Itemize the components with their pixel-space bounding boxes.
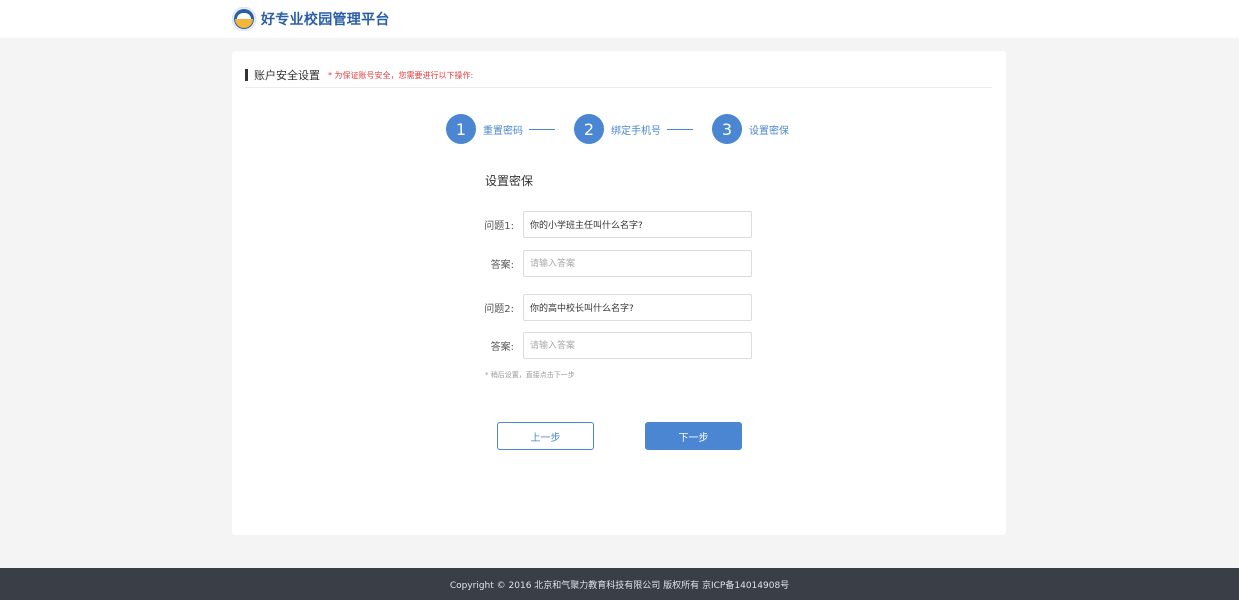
title-accent-bar: [245, 69, 248, 81]
answer-2-row: 答案:: [472, 332, 752, 359]
form-title: 设置密保: [485, 174, 534, 188]
app-title: 好专业校园管理平台: [261, 12, 390, 28]
answer-1-input[interactable]: [523, 250, 752, 277]
step-bind-phone: 2 绑定手机号: [574, 114, 661, 144]
step-connector: [667, 128, 693, 130]
answer-2-label: 答案:: [490, 342, 514, 353]
security-settings-card: 账户安全设置 * 为保证账号安全，您需要进行以下操作: 1 重置密码 2 绑定手…: [232, 51, 1006, 535]
question-2-row: 问题2:: [472, 294, 752, 321]
step-label: 重置密码: [483, 125, 523, 137]
step-security-question: 3 设置密保: [712, 114, 789, 144]
school-logo-icon: [232, 7, 256, 31]
answer-1-row: 答案:: [472, 250, 752, 277]
answer-2-input[interactable]: [523, 332, 752, 359]
question-1-field[interactable]: [523, 211, 752, 238]
footer: Copyright © 2016 北京和气聚力教育科技有限公司 版权所有 京IC…: [0, 568, 1239, 600]
step-number: 3: [712, 114, 742, 144]
step-number: 1: [446, 114, 476, 144]
step-progress: 1 重置密码 2 绑定手机号 3 设置密保: [446, 114, 789, 144]
previous-step-button[interactable]: 上一步: [497, 422, 594, 450]
copyright-text: Copyright © 2016 北京和气聚力教育科技有限公司 版权所有 京IC…: [449, 580, 790, 591]
answer-1-label: 答案:: [490, 260, 514, 271]
question-1-label: 问题1:: [484, 221, 514, 232]
brand-logo[interactable]: 好专业校园管理平台: [232, 6, 390, 32]
step-number: 2: [574, 114, 604, 144]
step-label: 绑定手机号: [611, 125, 661, 137]
skip-hint: * 稍后设置，直接点击下一步: [485, 371, 575, 379]
top-bar: 好专业校园管理平台: [0, 0, 1239, 38]
card-header: 账户安全设置 * 为保证账号安全，您需要进行以下操作:: [245, 63, 992, 88]
security-notice: * 为保证账号安全，您需要进行以下操作:: [328, 70, 474, 80]
card-title: 账户安全设置: [254, 69, 320, 82]
next-step-button[interactable]: 下一步: [645, 422, 742, 450]
question-1-row: 问题1:: [472, 211, 752, 238]
question-2-field[interactable]: [523, 294, 752, 321]
step-reset-password: 1 重置密码: [446, 114, 523, 144]
step-connector: [529, 128, 555, 130]
step-label: 设置密保: [749, 125, 789, 137]
question-2-label: 问题2:: [484, 304, 514, 315]
